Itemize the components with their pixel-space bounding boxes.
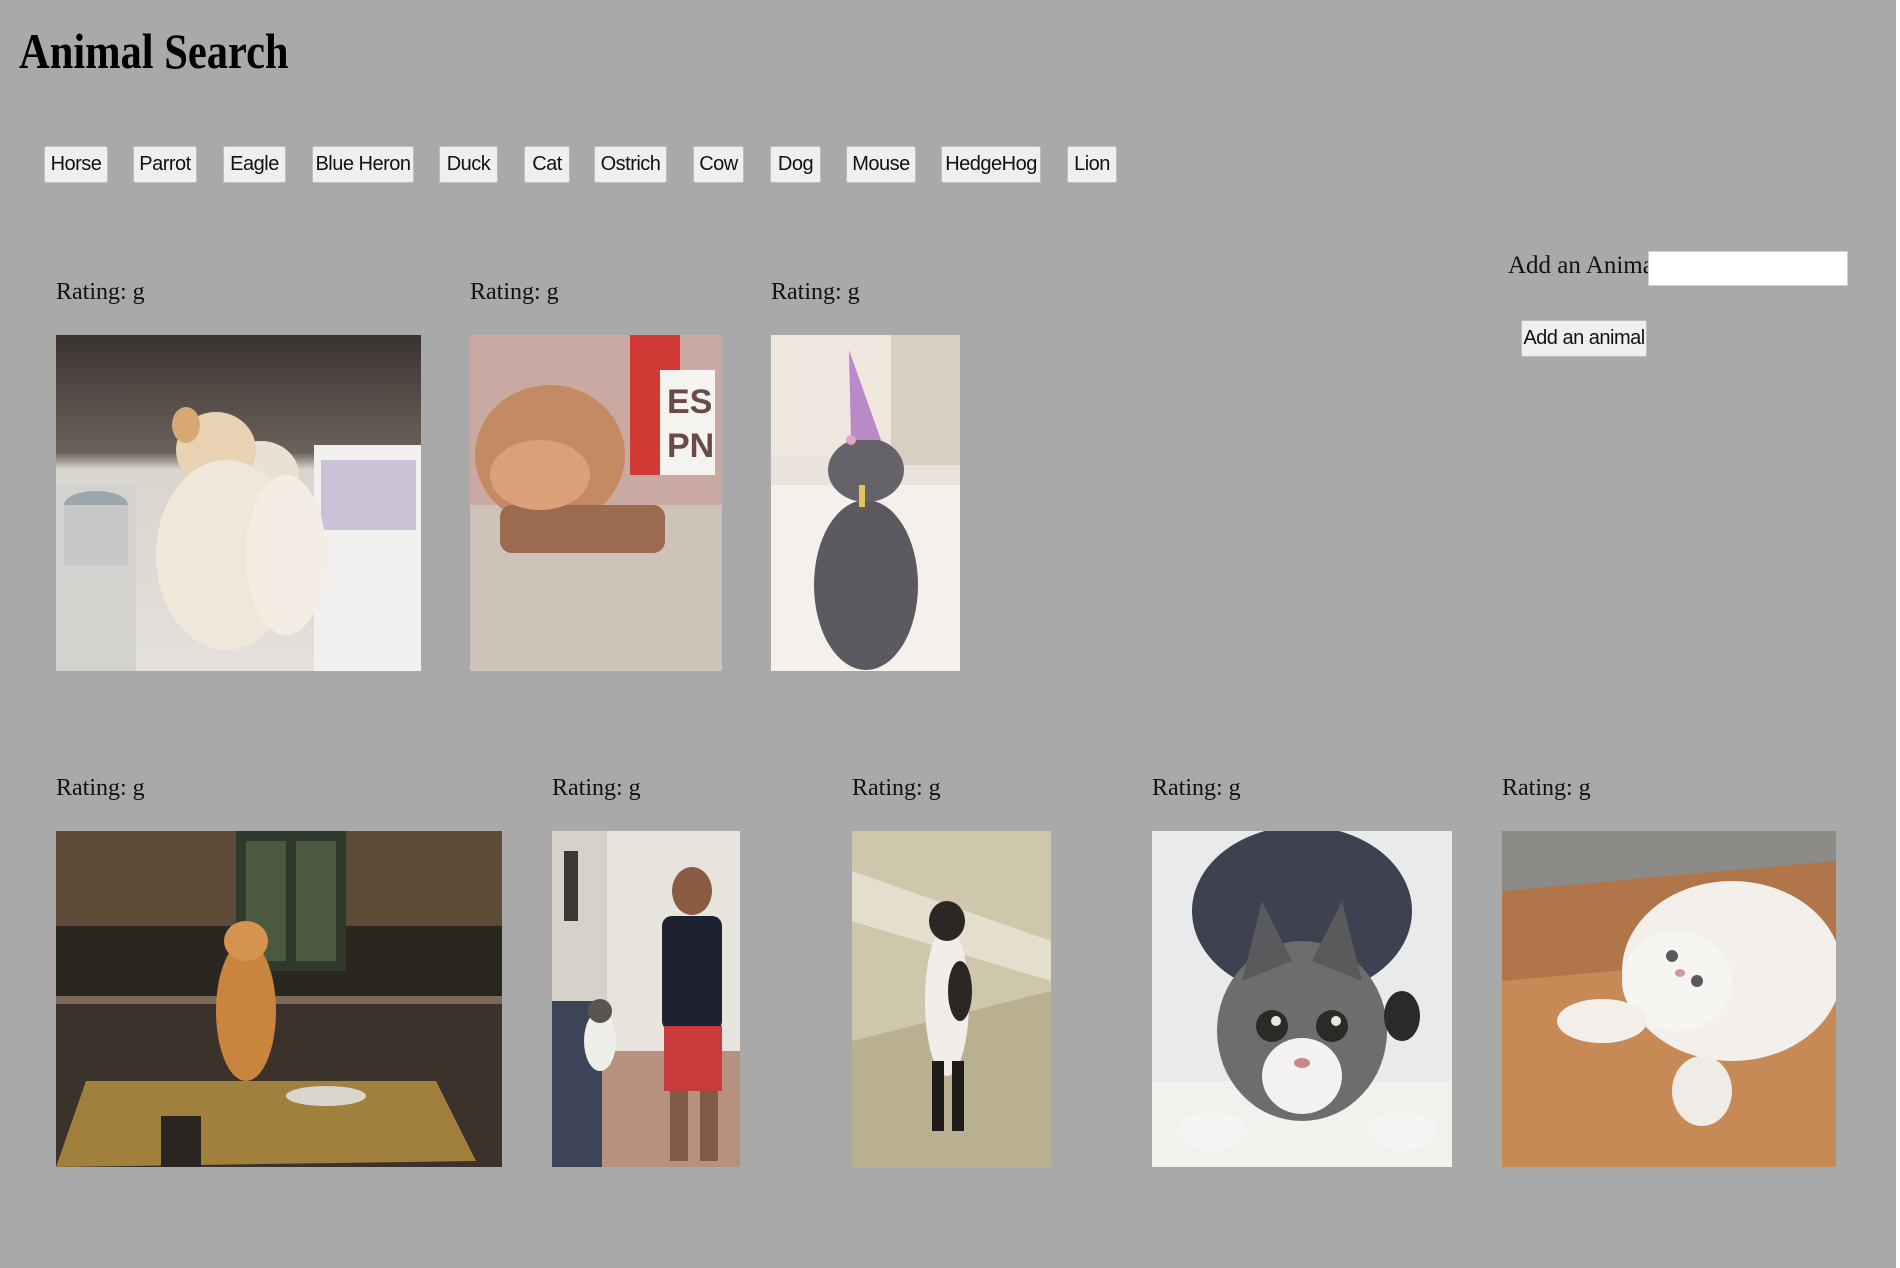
animal-button-mouse[interactable]: Mouse bbox=[846, 146, 916, 183]
animal-button-parrot[interactable]: Parrot bbox=[133, 146, 197, 183]
window-edge bbox=[1896, 0, 1900, 1268]
animal-button-ostrich[interactable]: Ostrich bbox=[594, 146, 667, 183]
result-rating: Rating: g bbox=[771, 279, 860, 305]
animal-gif-cat-crouching[interactable] bbox=[1152, 831, 1452, 1167]
animal-button-dog[interactable]: Dog bbox=[770, 146, 821, 183]
animal-gif-cat-blur[interactable]: ES PN bbox=[470, 335, 722, 671]
result-rating: Rating: g bbox=[56, 775, 145, 801]
svg-text:PN: PN bbox=[667, 427, 714, 465]
result-rating: Rating: g bbox=[1152, 775, 1241, 801]
animal-gif-cat-standing[interactable] bbox=[852, 831, 1051, 1167]
result-rating: Rating: g bbox=[56, 279, 145, 305]
add-animal-label: Add an Animal bbox=[1508, 252, 1661, 279]
animal-button-eagle[interactable]: Eagle bbox=[223, 146, 286, 183]
animal-gif-cat-kitchen-table[interactable] bbox=[56, 831, 502, 1167]
animal-button-cat[interactable]: Cat bbox=[524, 146, 570, 183]
animal-gif-white-kitten[interactable] bbox=[1502, 831, 1836, 1167]
result-rating: Rating: g bbox=[470, 279, 559, 305]
page-title: Animal Search bbox=[19, 23, 289, 79]
animal-button-hedgehog[interactable]: HedgeHog bbox=[941, 146, 1041, 183]
animal-gif-cat-party-hat[interactable] bbox=[771, 335, 960, 671]
animal-button-cow[interactable]: Cow bbox=[693, 146, 744, 183]
animal-button-blue-heron[interactable]: Blue Heron bbox=[312, 146, 414, 183]
svg-text:ES: ES bbox=[667, 383, 712, 421]
page: Animal Search Horse Parrot Eagle Blue He… bbox=[0, 0, 1900, 1268]
animal-button-lion[interactable]: Lion bbox=[1067, 146, 1117, 183]
result-rating: Rating: g bbox=[552, 775, 641, 801]
animal-gif-man-and-cat[interactable] bbox=[552, 831, 740, 1167]
result-rating: Rating: g bbox=[1502, 775, 1591, 801]
add-animal-input[interactable] bbox=[1648, 251, 1848, 286]
animal-button-duck[interactable]: Duck bbox=[439, 146, 498, 183]
add-animal-button[interactable]: Add an animal bbox=[1521, 320, 1647, 357]
result-rating: Rating: g bbox=[852, 775, 941, 801]
animal-gif-kittens-hugging[interactable] bbox=[56, 335, 421, 671]
animal-button-horse[interactable]: Horse bbox=[44, 146, 108, 183]
